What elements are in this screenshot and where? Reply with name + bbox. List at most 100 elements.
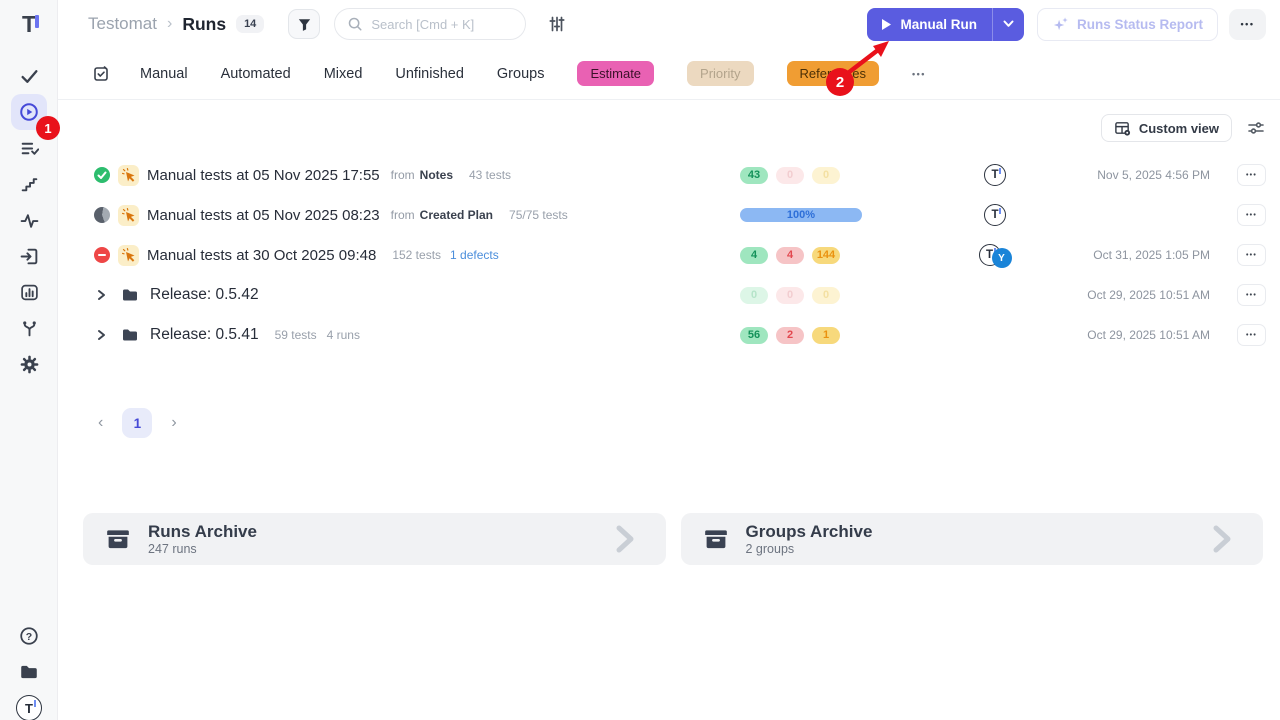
status-failed-icon [94,247,110,263]
check-icon [20,67,39,86]
group-title[interactable]: Release: 0.5.42 [150,286,259,304]
search-settings-icon[interactable] [548,15,566,33]
run-title[interactable]: Manual tests at 05 Nov 2025 08:23 [147,207,380,224]
runs-list: Manual tests at 05 Nov 2025 17:55 from N… [58,155,1280,355]
tab-unfinished[interactable]: Unfinished [395,66,464,82]
manual-test-icon [118,245,139,266]
folder-icon [19,662,39,682]
runs-status-report-button[interactable]: Runs Status Report [1037,8,1218,41]
result-pills: 43 0 0 [690,167,840,184]
search-box[interactable] [334,8,526,40]
branch-icon [20,319,39,338]
sidebar-item-tests[interactable] [11,58,47,94]
passed-pill: 4 [740,247,768,264]
result-pills: 0 0 0 [690,287,840,304]
table-row[interactable]: Release: 0.5.41 59 tests 4 runs 56 2 1 O… [58,315,1280,355]
run-tests-count: 152 tests [392,248,441,262]
failed-pill: 0 [776,167,804,184]
run-date: Nov 5, 2025 4:56 PM [1030,168,1220,182]
table-row[interactable]: Manual tests at 05 Nov 2025 17:55 from N… [58,155,1280,195]
filter-button[interactable] [288,9,320,39]
tabs-more-button[interactable]: ••• [912,69,926,79]
more-icon: ••• [1246,292,1257,299]
run-tests-count: 75/75 tests [509,208,568,222]
expand-chevron-icon[interactable] [94,328,108,342]
sidebar-item-analytics[interactable] [11,274,47,310]
manual-run-dropdown[interactable] [993,8,1024,41]
tab-mixed[interactable]: Mixed [324,66,363,82]
table-row[interactable]: Manual tests at 30 Oct 2025 09:48 152 te… [58,235,1280,275]
run-title[interactable]: Manual tests at 30 Oct 2025 09:48 [147,247,376,264]
custom-view-button[interactable]: Custom view [1101,114,1232,142]
search-input[interactable] [371,17,501,32]
archive-box-icon [703,526,729,552]
failed-pill: 4 [776,247,804,264]
expand-chevron-icon[interactable] [94,288,108,302]
app-logo[interactable]: T [0,7,58,41]
manual-test-icon [118,165,139,186]
row-more-button[interactable]: ••• [1237,204,1266,226]
more-icon: ••• [1246,212,1257,219]
passed-pill: 43 [740,167,768,184]
row-more-button[interactable]: ••• [1237,244,1266,266]
archives: Runs Archive 247 runs Groups Archive 2 g… [58,513,1280,565]
archive-text: Groups Archive 2 groups [746,522,873,557]
sidebar-item-help[interactable]: ? [11,618,47,654]
breadcrumb-project[interactable]: Testomat [88,14,157,34]
group-title[interactable]: Release: 0.5.41 [150,326,259,344]
annotation-step-1: 1 [36,116,60,140]
table-row[interactable]: Release: 0.5.42 0 0 0 Oct 29, 2025 10:51… [58,275,1280,315]
archive-title: Runs Archive [148,522,257,542]
status-passed-icon [94,167,110,183]
run-date: Oct 31, 2025 1:05 PM [1030,248,1220,262]
row-more-button[interactable]: ••• [1237,164,1266,186]
next-page-button[interactable]: › [167,410,180,436]
sidebar-item-steps[interactable] [11,166,47,202]
tab-automated[interactable]: Automated [221,66,291,82]
archive-text: Runs Archive 247 runs [148,522,257,557]
sidebar-item-branches[interactable] [11,310,47,346]
run-from-source: Created Plan [420,208,493,222]
gear-icon [20,355,39,374]
row-more-button[interactable]: ••• [1237,324,1266,346]
group-runs-count: 4 runs [327,328,360,342]
prev-page-button[interactable]: ‹ [94,410,107,436]
progress-bar: 100% [740,208,862,222]
run-report-icon[interactable] [92,65,110,83]
run-date: Oct 29, 2025 10:51 AM [1030,328,1220,342]
defects-link[interactable]: 1 defects [450,248,499,262]
more-icon: ••• [1241,19,1255,29]
table-row[interactable]: Manual tests at 05 Nov 2025 08:23 from C… [58,195,1280,235]
sidebar-item-account[interactable]: T [11,690,47,720]
avatar: T [984,204,1006,226]
table-gear-icon [1114,120,1131,137]
groups-archive-card[interactable]: Groups Archive 2 groups [681,513,1264,565]
tab-estimate[interactable]: Estimate [577,61,654,86]
sidebar-item-projects[interactable] [11,654,47,690]
runs-archive-card[interactable]: Runs Archive 247 runs [83,513,666,565]
row-more-button[interactable]: ••• [1237,284,1266,306]
skipped-pill: 1 [812,327,840,344]
page-1-button[interactable]: 1 [122,408,152,438]
play-circle-icon [19,102,39,122]
tab-groups[interactable]: Groups [497,66,545,82]
account-avatar: T [16,695,42,720]
skipped-pill: 0 [812,167,840,184]
sidebar-item-import[interactable] [11,238,47,274]
result-pills: 56 2 1 [690,327,840,344]
folder-icon [121,286,139,304]
tab-manual[interactable]: Manual [140,66,188,82]
sidebar-item-pulse[interactable] [11,202,47,238]
header-more-button[interactable]: ••• [1229,9,1266,40]
tab-priority[interactable]: Priority [687,61,753,86]
sidebar-item-settings[interactable] [11,346,47,382]
run-title[interactable]: Manual tests at 05 Nov 2025 17:55 [147,167,380,184]
runs-status-report-label: Runs Status Report [1077,17,1203,32]
search-icon [347,16,363,32]
run-from-label: from [391,168,415,182]
avatar: Y [992,248,1012,268]
run-date: Oct 29, 2025 10:51 AM [1030,288,1220,302]
view-options-icon[interactable] [1247,119,1265,137]
skipped-pill: 144 [812,247,840,264]
manual-run-label: Manual Run [900,17,977,32]
